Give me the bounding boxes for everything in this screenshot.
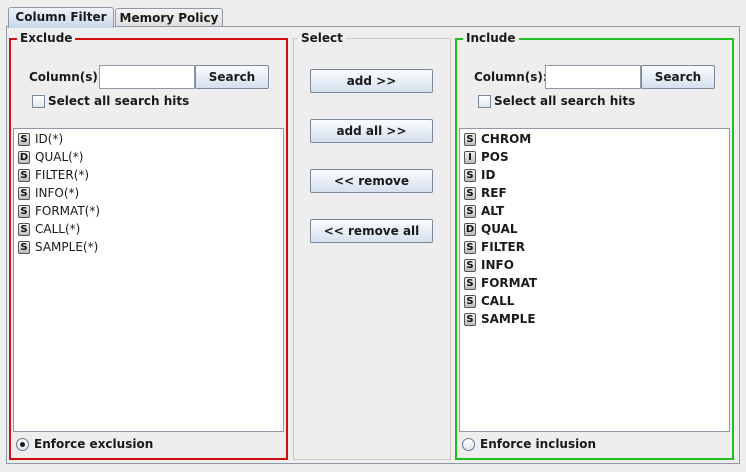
list-item[interactable]: S ALT <box>464 202 504 220</box>
list-item-label: FILTER(*) <box>35 168 90 182</box>
list-item[interactable]: S FILTER <box>464 238 525 256</box>
list-item[interactable]: S FORMAT <box>464 274 537 292</box>
string-type-icon: S <box>18 240 30 254</box>
list-item[interactable]: S CALL(*) <box>18 220 80 238</box>
list-item[interactable]: S CHROM <box>464 130 531 148</box>
enforce-exclusion-radio[interactable] <box>16 438 29 451</box>
string-type-icon: S <box>464 294 476 308</box>
list-item[interactable]: S ID <box>464 166 495 184</box>
enforce-exclusion-label[interactable]: Enforce exclusion <box>34 436 153 452</box>
include-title: Include <box>463 31 519 45</box>
exclude-search-button[interactable]: Search <box>195 65 269 89</box>
string-type-icon: S <box>464 258 476 272</box>
exclude-columns-label: Column(s): <box>29 70 103 84</box>
string-type-icon: S <box>18 204 30 218</box>
include-search-button[interactable]: Search <box>641 65 715 89</box>
list-item[interactable]: D QUAL(*) <box>18 148 84 166</box>
radio-selected-dot <box>20 442 25 447</box>
list-item-label: FILTER <box>481 240 525 254</box>
select-group <box>293 38 451 460</box>
string-type-icon: S <box>464 204 476 218</box>
integer-type-icon: I <box>464 150 476 164</box>
list-item-label: ALT <box>481 204 505 218</box>
list-item-label: FORMAT <box>481 276 538 290</box>
list-item[interactable]: I POS <box>464 148 509 166</box>
string-type-icon: S <box>464 168 476 182</box>
list-item-label: REF <box>481 186 507 200</box>
enforce-inclusion-label[interactable]: Enforce inclusion <box>480 436 596 452</box>
select-title: Select <box>298 31 346 45</box>
list-item[interactable]: S FILTER(*) <box>18 166 89 184</box>
list-item[interactable]: S SAMPLE(*) <box>18 238 98 256</box>
list-item[interactable]: S INFO(*) <box>18 184 79 202</box>
list-item-label: ID(*) <box>35 132 64 146</box>
list-item[interactable]: S CALL <box>464 292 514 310</box>
include-select-all-label[interactable]: Select all search hits <box>494 93 635 109</box>
exclude-search-input[interactable] <box>99 65 195 89</box>
list-item[interactable]: S FORMAT(*) <box>18 202 100 220</box>
list-item-label: INFO(*) <box>35 186 80 200</box>
string-type-icon: S <box>18 168 30 182</box>
remove-button[interactable]: << remove <box>310 169 433 193</box>
list-item-label: INFO <box>481 258 514 272</box>
string-type-icon: S <box>18 132 30 146</box>
remove-all-button[interactable]: << remove all <box>310 219 433 243</box>
list-item-label: FORMAT(*) <box>35 204 101 218</box>
include-select-all-checkbox[interactable] <box>478 95 491 108</box>
add-all-button[interactable]: add all >> <box>310 119 433 143</box>
string-type-icon: S <box>464 132 476 146</box>
enforce-inclusion-radio[interactable] <box>462 438 475 451</box>
add-button[interactable]: add >> <box>310 69 433 93</box>
tab-column-filter[interactable]: Column Filter <box>8 7 114 28</box>
include-list[interactable]: S CHROM I POS S ID S REF S ALT D QUAL S FILTER S INFO S F… <box>459 128 730 432</box>
exclude-title: Exclude <box>17 31 76 45</box>
list-item-label: SAMPLE(*) <box>35 240 99 254</box>
list-item[interactable]: S INFO <box>464 256 514 274</box>
list-item[interactable]: S SAMPLE <box>464 310 536 328</box>
tab-memory-policy[interactable]: Memory Policy <box>115 8 223 27</box>
exclude-list[interactable]: S ID(*) D QUAL(*) S FILTER(*) S INFO(*) S FORMAT(… <box>13 128 284 432</box>
exclude-select-all-checkbox[interactable] <box>32 95 45 108</box>
string-type-icon: S <box>464 312 476 326</box>
string-type-icon: S <box>18 186 30 200</box>
double-type-icon: D <box>464 222 476 236</box>
list-item-label: POS <box>481 150 509 164</box>
include-search-input[interactable] <box>545 65 641 89</box>
list-item-label: CALL(*) <box>35 222 81 236</box>
list-item[interactable]: S ID(*) <box>18 130 63 148</box>
string-type-icon: S <box>464 186 476 200</box>
list-item-label: CALL <box>481 294 515 308</box>
list-item-label: CHROM <box>481 132 532 146</box>
list-item-label: SAMPLE <box>481 312 536 326</box>
list-item[interactable]: D QUAL <box>464 220 518 238</box>
double-type-icon: D <box>18 150 30 164</box>
list-item-label: ID <box>481 168 496 182</box>
string-type-icon: S <box>18 222 30 236</box>
list-item-label: QUAL <box>481 222 518 236</box>
list-item[interactable]: S REF <box>464 184 507 202</box>
string-type-icon: S <box>464 240 476 254</box>
include-columns-label: Column(s): <box>474 70 548 84</box>
string-type-icon: S <box>464 276 476 290</box>
list-item-label: QUAL(*) <box>35 150 84 164</box>
exclude-select-all-label[interactable]: Select all search hits <box>48 93 189 109</box>
